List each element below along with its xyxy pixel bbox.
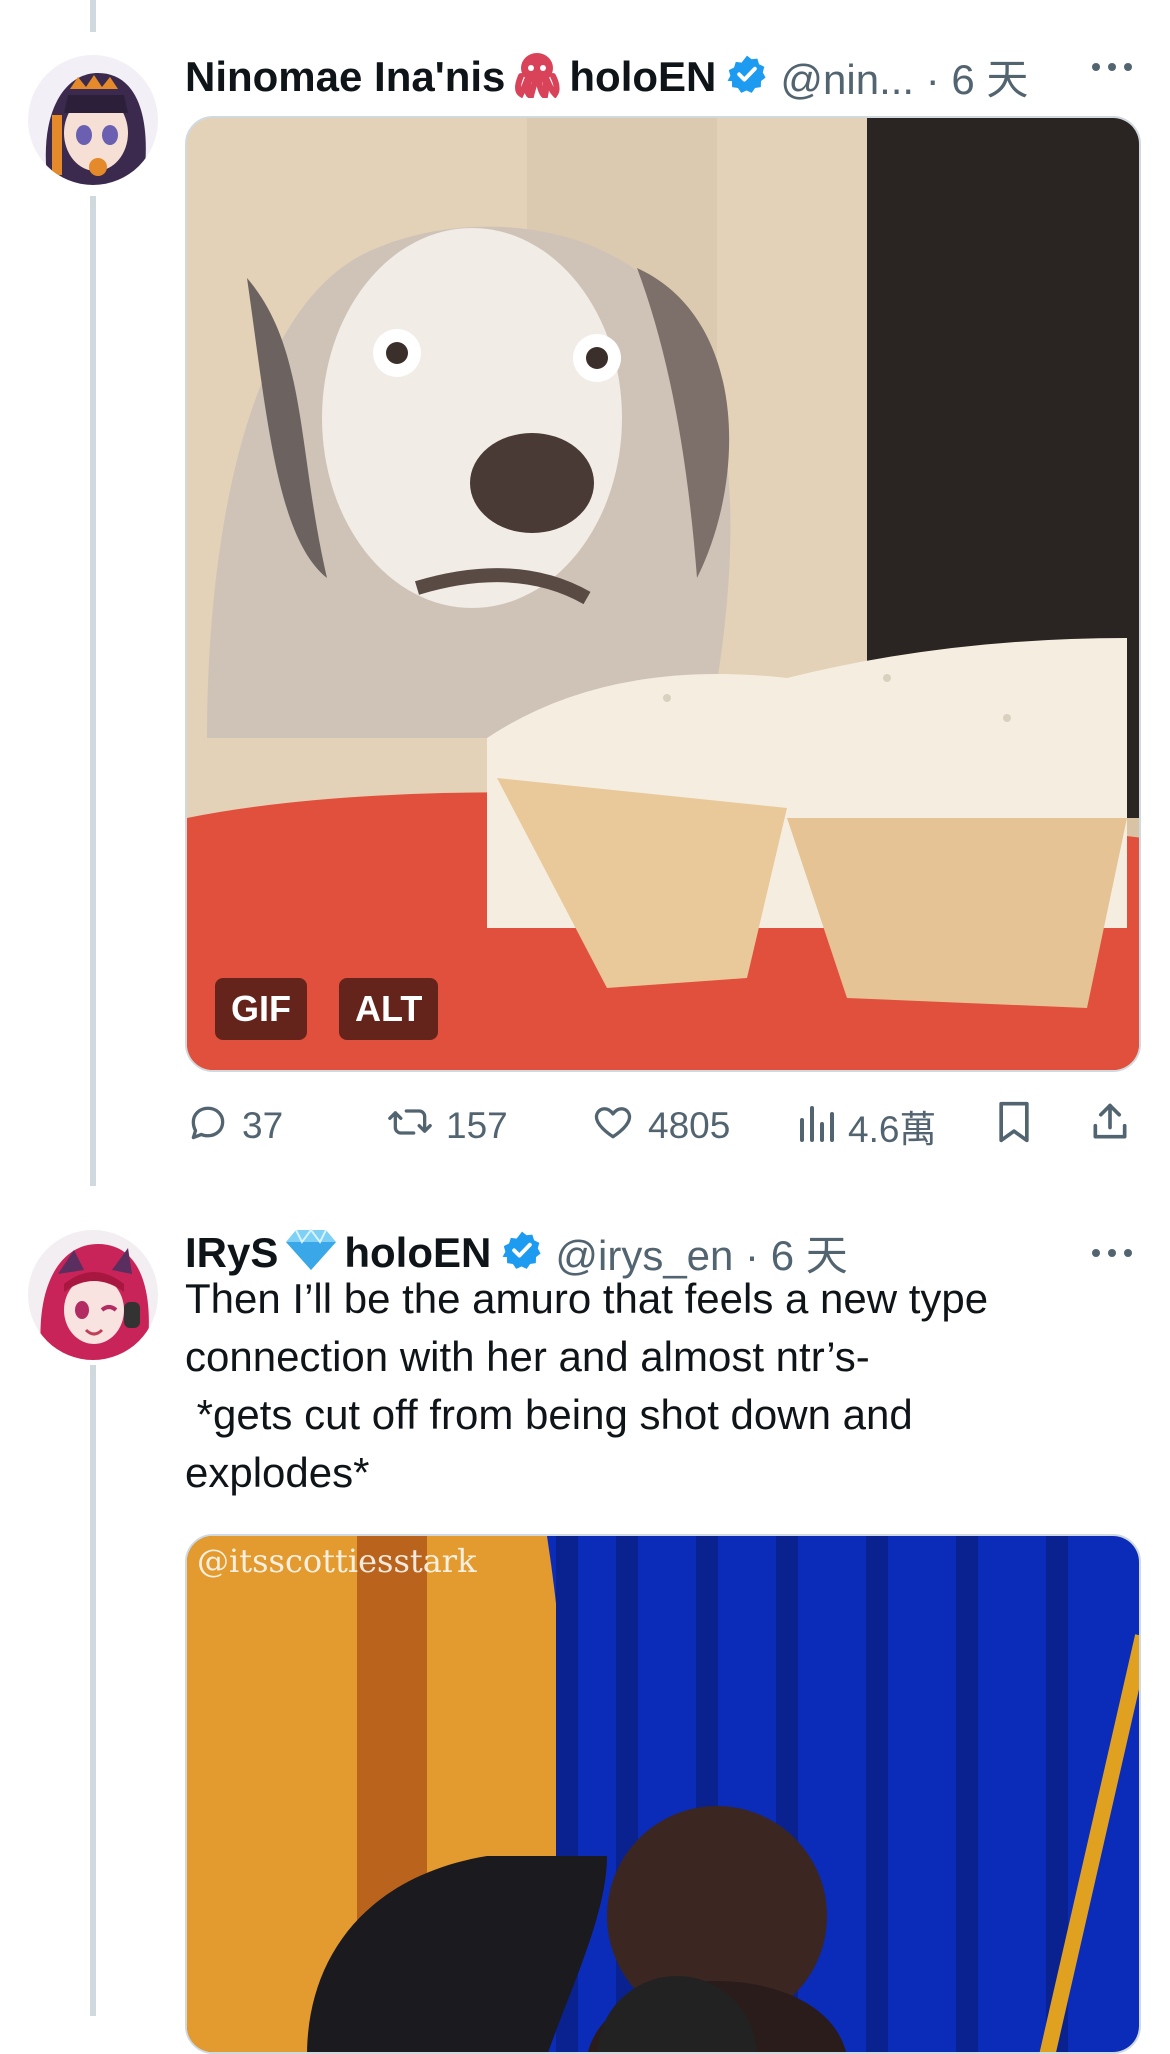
views-count: 4.6萬 — [848, 1109, 937, 1150]
author-name[interactable]: Ninomae Ina'nis — [185, 53, 505, 101]
avatar-irys[interactable] — [28, 1230, 158, 1360]
thread-line — [90, 0, 96, 32]
share-button[interactable] — [1088, 1094, 1144, 1158]
tweet-gif-media[interactable]: GIF ALT — [185, 116, 1141, 1072]
author-suffix[interactable]: holoEN — [569, 53, 716, 101]
views-button[interactable]: 4.6萬 — [796, 1094, 936, 1158]
views-icon — [796, 1100, 848, 1153]
tweet-text-line: *gets cut off from being shot down and — [185, 1391, 913, 1438]
retweet-count: 157 — [446, 1105, 508, 1146]
share-icon — [1088, 1100, 1144, 1153]
thread-line — [90, 196, 96, 1186]
retweet-button[interactable]: 157 — [386, 1094, 508, 1158]
tweet-header: Ninomae Ina'nis holoEN @nin... · 6 天 — [185, 46, 1028, 107]
handle-and-time: @nin... · 6 天 — [780, 56, 1029, 103]
tweet-text-line: Then I’ll be the amuro that feels a new … — [185, 1275, 989, 1322]
tweet-actions: 37 157 4805 4.6萬 — [186, 1094, 1146, 1158]
thread-line — [90, 1365, 96, 2016]
tweet-video-media[interactable]: @itsscottiesstark — [185, 1534, 1141, 2054]
avatar-ina[interactable] — [28, 55, 158, 185]
bookmark-button[interactable] — [994, 1094, 1046, 1158]
alt-badge[interactable]: ALT — [339, 978, 439, 1040]
retweet-icon — [386, 1100, 446, 1153]
tweet-text-line: connection with her and almost ntr’s- — [185, 1333, 870, 1380]
bookmark-icon — [994, 1100, 1046, 1153]
like-button[interactable]: 4805 — [590, 1094, 730, 1158]
more-icon[interactable] — [1088, 44, 1136, 86]
gif-badge[interactable]: GIF — [215, 978, 307, 1040]
media-watermark: @itsscottiesstark — [197, 1542, 477, 1580]
like-count: 4805 — [648, 1105, 731, 1146]
reply-button[interactable]: 37 — [186, 1094, 283, 1158]
more-icon[interactable] — [1088, 1230, 1136, 1272]
octopus-icon — [511, 50, 563, 103]
reply-icon — [186, 1100, 242, 1153]
verified-badge-icon — [726, 53, 768, 100]
verified-badge-icon — [501, 1229, 543, 1276]
like-icon — [590, 1100, 648, 1153]
tweet-text: Then I’ll be the amuro that feels a new … — [185, 1270, 1105, 1502]
reply-count: 37 — [242, 1105, 284, 1146]
tweet-text-line: explodes* — [185, 1449, 370, 1496]
